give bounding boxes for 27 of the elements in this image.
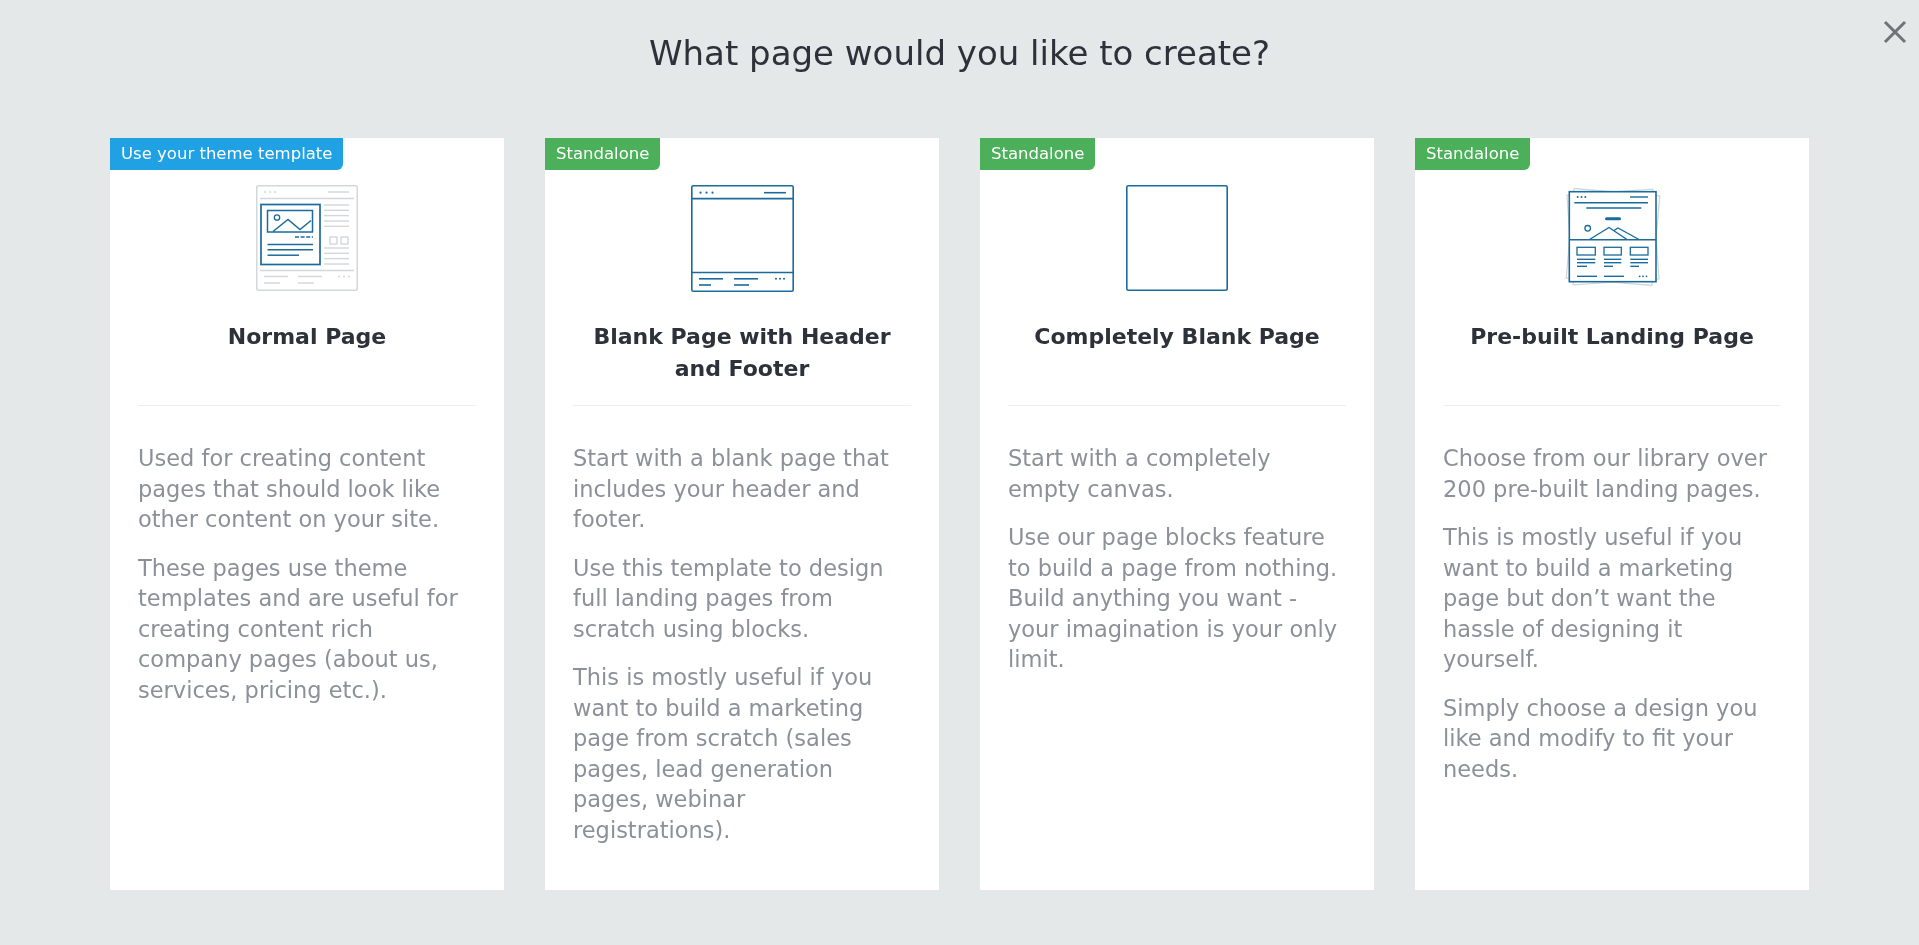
card-description: This is mostly useful if you want to build a marketing page but don’t want the hassle of designing it yourself. xyxy=(1443,523,1744,674)
card-badge: Standalone xyxy=(980,138,1096,170)
card-title: Normal Page xyxy=(227,323,387,351)
card-description: This is mostly useful if you want to build a marketing page from scratch (sales pages, lead generation pages, webinar registrations). xyxy=(573,663,874,845)
card-title: Pre-built Landing Page xyxy=(1470,323,1754,351)
card-title: Completely Blank Page xyxy=(1034,323,1320,351)
page-option-card[interactable] xyxy=(110,138,504,890)
card-title: Blank Page with Header and Footer xyxy=(592,323,892,383)
card-badge: Use your theme template xyxy=(110,138,344,170)
page-option-card[interactable]: Standalone Completely Blank Page Start with a completely empty canvas. Use our page blocks feature to build a page from nothing. Build anything you want - your imagination is your only limit. xyxy=(980,138,1374,890)
card-description: Use our page blocks feature to build a page from nothing. Build anything you want - your imagination is your only limit. xyxy=(1008,523,1339,674)
card-description: These pages use theme templates and are useful for creating content rich company pages (about us, services, pricing etc.). xyxy=(138,553,459,705)
blank-page-icon xyxy=(1126,185,1228,291)
dialog-title: What page would you like to create? xyxy=(648,32,1271,73)
card-description: Used for creating content pages that should look like other content on your site. xyxy=(138,444,442,534)
card-description: Start with a completely empty canvas. xyxy=(1008,444,1272,504)
card-description: Use this template to design full landing pages from scratch using blocks. xyxy=(573,553,885,644)
page-layout-icon xyxy=(256,185,358,291)
card-description: Choose from our library over 200 pre-built landing pages. xyxy=(1443,444,1768,504)
page-option-card[interactable] xyxy=(545,138,939,890)
page-option-card[interactable] xyxy=(1415,138,1809,890)
page-header-footer-icon xyxy=(690,185,794,292)
card-badge: Standalone xyxy=(545,138,661,170)
card-description: Simply choose a design you like and modify to fit your needs. xyxy=(1443,693,1759,784)
card-description: Start with a blank page that includes your header and footer. xyxy=(573,444,890,534)
close-icon xyxy=(1883,20,1907,44)
card-badge: Standalone xyxy=(1415,138,1531,170)
